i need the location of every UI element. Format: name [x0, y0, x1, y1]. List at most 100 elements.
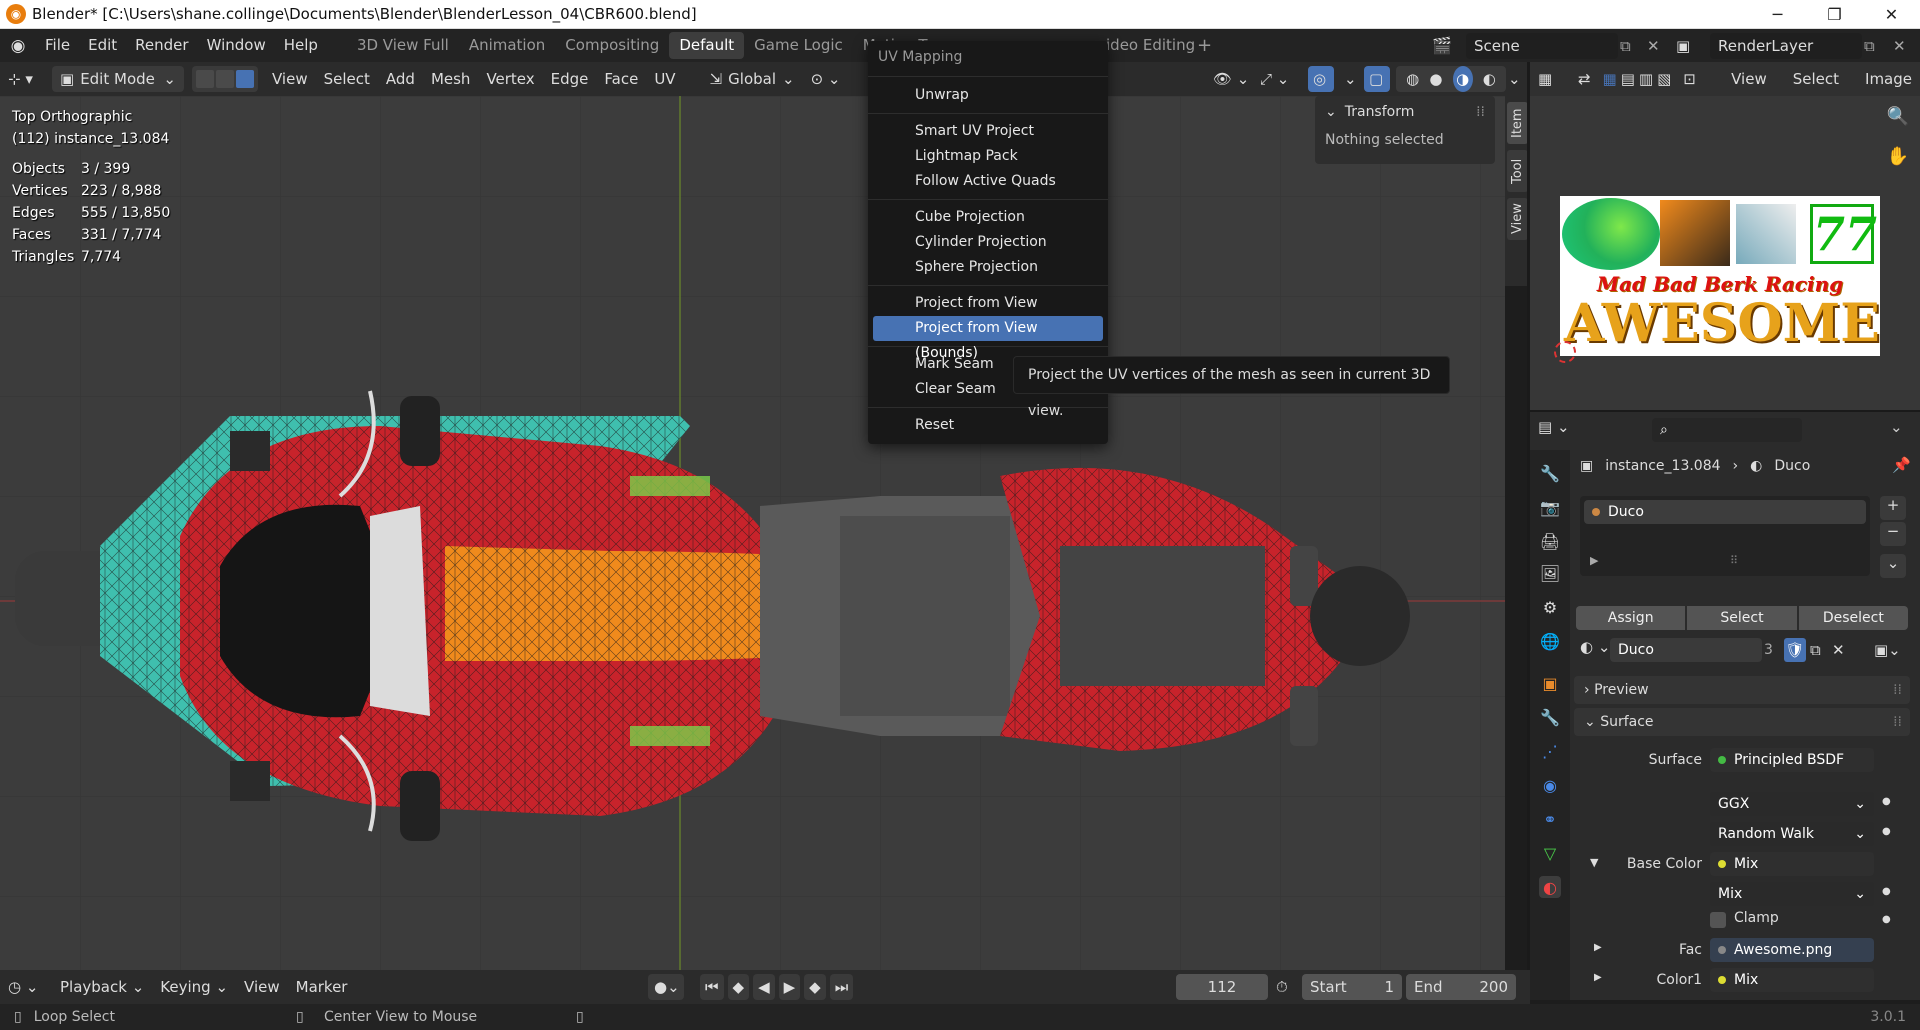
record-button[interactable]: ●⌄: [648, 974, 684, 1000]
menu-playback[interactable]: Playback ⌄: [52, 974, 152, 1000]
prev-keyframe-icon[interactable]: ◆: [727, 974, 750, 1000]
menu-uv[interactable]: UV: [646, 66, 683, 92]
socket-dot-icon[interactable]: ●: [1882, 826, 1891, 837]
tab-view[interactable]: View: [1507, 198, 1528, 240]
menu-keying[interactable]: Keying ⌄: [152, 974, 236, 1000]
workspace-tab[interactable]: Compositing: [555, 32, 669, 59]
material-shading-icon[interactable]: ◑: [1452, 66, 1473, 92]
workspace-tab[interactable]: Animation: [459, 32, 555, 59]
workspace-tab[interactable]: ideo Editing: [1096, 32, 1205, 59]
hand-pan-icon[interactable]: ✋: [1885, 146, 1911, 172]
menu-window[interactable]: Window: [198, 29, 275, 62]
delete-scene-icon[interactable]: ✕: [1647, 37, 1660, 55]
menu-item-cube-projection[interactable]: Cube Projection: [873, 205, 1103, 230]
material-slot-item[interactable]: Duco: [1584, 500, 1866, 524]
preview-panel-header[interactable]: › Preview ⁞⁞: [1574, 676, 1910, 704]
subsurface-method-select[interactable]: Random Walk ⌄: [1710, 822, 1874, 846]
zoom-icon[interactable]: 🔍: [1885, 106, 1911, 132]
workspace-tab-active[interactable]: Default: [669, 32, 745, 59]
vertex-select-icon[interactable]: [196, 70, 214, 88]
menu-item-reset[interactable]: Reset: [873, 413, 1103, 438]
clamp-checkbox[interactable]: [1710, 912, 1726, 928]
distribution-select[interactable]: GGX ⌄: [1710, 792, 1874, 816]
face-select-icon[interactable]: [236, 70, 254, 88]
current-frame-field[interactable]: 112: [1176, 974, 1268, 1000]
menu-marker[interactable]: Marker: [288, 974, 356, 1000]
pivot-icon[interactable]: ⊙ ⌄: [803, 66, 849, 92]
menu-edge[interactable]: Edge: [543, 66, 597, 92]
add-slot-button[interactable]: +: [1880, 496, 1906, 520]
menu-edit[interactable]: Edit: [79, 29, 126, 62]
2d-cursor-icon[interactable]: [1554, 341, 1576, 363]
shading-dropdown-icon[interactable]: ⌄: [1500, 66, 1529, 92]
menu-item-cylinder-projection[interactable]: Cylinder Projection: [873, 230, 1103, 255]
menu-item-lightmap-pack[interactable]: Lightmap Pack: [873, 144, 1103, 169]
scene-icon[interactable]: 🎬: [1432, 36, 1452, 55]
edge-select-icon[interactable]: [216, 70, 234, 88]
menu-help[interactable]: Help: [275, 29, 327, 62]
renderlayer-selector[interactable]: RenderLayer: [1710, 32, 1862, 59]
sticky-select-icon[interactable]: ⊡ ⌄: [1675, 66, 1715, 114]
menu-view[interactable]: View: [236, 974, 288, 1000]
menu-item-sphere-projection[interactable]: Sphere Projection: [873, 255, 1103, 280]
close-icon[interactable]: ✕: [1863, 0, 1920, 29]
viewport-3d[interactable]: [0, 96, 1505, 970]
socket-dot-icon[interactable]: ●: [1882, 796, 1891, 807]
mix-mode-select[interactable]: Mix ⌄: [1710, 882, 1874, 906]
view-layer-icon[interactable]: 🖼: [1539, 562, 1561, 584]
transform-panel-header[interactable]: ⌄ Transform ⁞⁞: [1315, 96, 1495, 120]
chevron-down-icon[interactable]: ⌄: [1890, 418, 1903, 436]
uv-sync-icon[interactable]: ⇄: [1570, 66, 1599, 92]
visibility-icon[interactable]: 👁 ⌄: [1205, 66, 1257, 92]
uv-island-select-icon[interactable]: ▧: [1657, 66, 1671, 92]
menu-view[interactable]: View: [264, 66, 316, 92]
scene-selector[interactable]: Scene: [1466, 32, 1618, 59]
xray-icon[interactable]: ▢: [1364, 66, 1390, 92]
expand-icon[interactable]: ▶: [1590, 554, 1598, 567]
data-properties-icon[interactable]: ▽: [1539, 842, 1561, 864]
surface-shader-field[interactable]: Principled BSDF: [1710, 748, 1874, 772]
mode-selector[interactable]: ▣ Edit Mode ⌄: [52, 66, 184, 92]
wireframe-shading-icon[interactable]: ◍: [1406, 66, 1419, 92]
renderlayer-icon[interactable]: ▣: [1676, 37, 1690, 55]
gizmo-icon[interactable]: ⤢ ⌄: [1252, 66, 1297, 92]
editor-type-icon[interactable]: ⊹ ▾: [0, 66, 52, 92]
menu-vertex[interactable]: Vertex: [478, 66, 542, 92]
select-button[interactable]: Select: [1687, 606, 1797, 630]
surface-panel-header[interactable]: ⌄ Surface ⁞⁞: [1574, 708, 1910, 736]
assign-button[interactable]: Assign: [1576, 606, 1686, 630]
duplicate-material-icon[interactable]: ⧉: [1810, 638, 1821, 662]
menu-render[interactable]: Render: [126, 29, 197, 62]
minimize-icon[interactable]: ─: [1749, 0, 1806, 29]
uv-edge-select-icon[interactable]: ▤: [1621, 66, 1635, 92]
menu-item-unwrap[interactable]: Unwrap: [873, 83, 1103, 108]
overlay-dropdown-icon[interactable]: ⌄: [1336, 66, 1365, 92]
play-reverse-icon[interactable]: ◀: [753, 974, 775, 1000]
resize-handle-icon[interactable]: ⠿: [1730, 554, 1738, 567]
new-renderlayer-icon[interactable]: ⧉: [1864, 37, 1875, 55]
image-menu-view[interactable]: View: [1723, 66, 1775, 92]
drag-handle-icon[interactable]: ⁞⁞: [1893, 676, 1902, 704]
tab-tool[interactable]: Tool: [1507, 150, 1528, 192]
tab-item[interactable]: Item: [1507, 102, 1528, 144]
start-frame-field[interactable]: Start 1: [1302, 974, 1402, 1000]
color1-field[interactable]: Mix: [1710, 968, 1874, 992]
properties-search-input[interactable]: ⌕: [1652, 418, 1802, 442]
editor-type-icon[interactable]: ◷ ⌄: [0, 974, 52, 1000]
end-frame-field[interactable]: End 200: [1406, 974, 1516, 1000]
solid-shading-icon[interactable]: ●: [1429, 66, 1442, 92]
workspace-tab[interactable]: Game Logic: [744, 32, 853, 59]
world-properties-icon[interactable]: 🌐: [1539, 630, 1561, 652]
new-scene-icon[interactable]: ⧉: [1620, 37, 1631, 55]
material-name-field[interactable]: Duco: [1610, 638, 1762, 662]
play-icon[interactable]: ▶: [778, 974, 801, 1000]
link-data-icon[interactable]: ▣⌄: [1874, 638, 1901, 662]
menu-item-project-from-view[interactable]: Project from View: [873, 291, 1103, 316]
remove-slot-button[interactable]: −: [1880, 522, 1906, 546]
object-properties-icon[interactable]: ▣: [1539, 672, 1561, 694]
menu-item-follow-active-quads[interactable]: Follow Active Quads: [873, 169, 1103, 194]
socket-dot-icon[interactable]: ●: [1882, 886, 1891, 897]
output-properties-icon[interactable]: 🖨: [1539, 530, 1561, 552]
material-properties-icon[interactable]: ◐: [1539, 876, 1561, 898]
tool-properties-icon[interactable]: 🔧: [1539, 462, 1561, 484]
